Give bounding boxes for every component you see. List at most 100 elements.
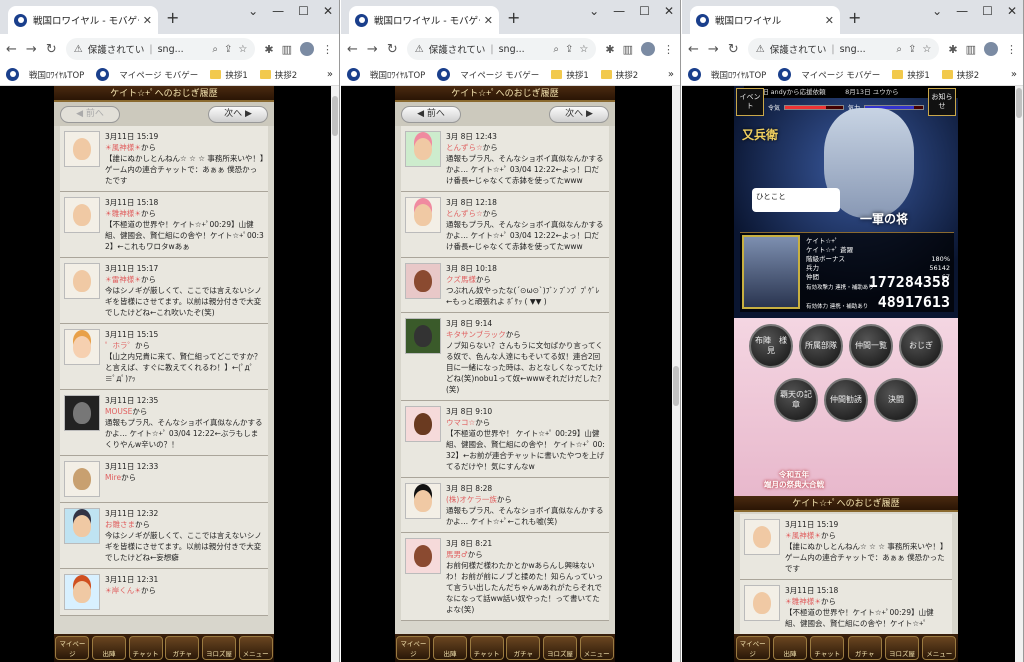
list-item[interactable]: 3月 8日 9:10 ウマコ☆から 【不極道の世界や！ ケイト☆+ﾟ 00:29】山…: [401, 401, 609, 478]
nav-gacha[interactable]: ガチャ: [165, 636, 200, 660]
address-bar[interactable]: ⚠ 保護されてい | sng... ⌕ ⇪ ☆: [65, 38, 256, 60]
maximize-button[interactable]: ☐: [639, 4, 650, 18]
nav-menu[interactable]: メニュー: [238, 636, 273, 660]
more-bookmarks-icon[interactable]: »: [668, 69, 674, 80]
sidepanel-icon[interactable]: ▥: [966, 43, 976, 56]
list-item[interactable]: 3月 8日 9:14 キタサンブラックから ノブ知らない？さんもうに文句ばかり言って…: [401, 313, 609, 401]
bookmark-item[interactable]: 戦国ﾛﾜｲﾔﾙTOP: [347, 68, 425, 81]
browser-tab[interactable]: 戦国ロワイヤル - モバゲー ✕: [8, 6, 158, 34]
extensions-icon[interactable]: ✱: [264, 43, 273, 56]
nav-gacha[interactable]: ガチャ: [506, 636, 541, 660]
menu-icon[interactable]: ⋮: [663, 43, 674, 56]
notice-button[interactable]: お知らせ: [928, 88, 956, 116]
extensions-icon[interactable]: ✱: [605, 43, 614, 56]
new-tab-button[interactable]: +: [848, 8, 861, 27]
profile-avatar[interactable]: [300, 42, 314, 56]
zoom-icon[interactable]: ⌕: [553, 44, 559, 55]
star-icon[interactable]: ☆: [579, 44, 588, 55]
share-icon[interactable]: ⇪: [908, 44, 916, 55]
more-bookmarks-icon[interactable]: »: [327, 69, 333, 80]
menu-unit[interactable]: 所属部隊: [799, 324, 843, 368]
bookmark-folder[interactable]: 挟拶2: [600, 69, 638, 81]
next-button[interactable]: 次へ ▶: [549, 105, 609, 123]
new-tab-button[interactable]: +: [507, 8, 520, 27]
address-bar[interactable]: ⚠ 保護されてい | sng... ⌕ ⇪ ☆: [747, 38, 940, 60]
menu-badge[interactable]: 覇天の記章: [774, 378, 818, 422]
share-icon[interactable]: ⇪: [565, 44, 573, 55]
browser-tab[interactable]: 戦国ロワイヤル - モバゲー ✕: [349, 6, 499, 34]
scrollbar[interactable]: [1015, 86, 1023, 662]
nav-shop[interactable]: ヨロズ屋: [542, 636, 577, 660]
nav-chat[interactable]: チャット: [128, 636, 163, 660]
zoom-icon[interactable]: ⌕: [896, 44, 902, 55]
close-window-button[interactable]: ✕: [1007, 4, 1017, 18]
list-item[interactable]: 3月11日 12:31 ☀岸くん☀から: [60, 569, 268, 616]
sidepanel-icon[interactable]: ▥: [282, 43, 292, 56]
reload-icon[interactable]: ↻: [387, 42, 398, 57]
menu-ojigi[interactable]: おじぎ: [899, 324, 943, 368]
maximize-button[interactable]: ☐: [982, 4, 993, 18]
back-icon[interactable]: ←: [688, 42, 699, 57]
menu-icon[interactable]: ⋮: [1006, 43, 1017, 56]
chevron-down-icon[interactable]: ⌄: [248, 4, 258, 18]
profile-avatar[interactable]: [984, 42, 998, 56]
close-tab-icon[interactable]: ✕: [484, 14, 493, 27]
list-item[interactable]: 3月11日 15:15 ゜ホラ゜から 【山之内兄貴に来て、賢仁組ってどこですか？と言…: [60, 324, 268, 390]
bookmark-item[interactable]: マイページ モバゲー: [437, 68, 539, 81]
close-tab-icon[interactable]: ✕: [825, 14, 834, 27]
reload-icon[interactable]: ↻: [46, 42, 57, 57]
list-item[interactable]: 3月11日 15:18 ☀雛神様☀から 【不極道の世界や！ケイト☆+ﾟ00:29】山…: [60, 192, 268, 258]
list-item[interactable]: 3月11日 15:17 ☀雷神様☀から 今はシノギが厳しくて、ここでは言えないシノギ…: [60, 258, 268, 324]
menu-formation[interactable]: 布陣 様見: [749, 324, 793, 368]
new-tab-button[interactable]: +: [166, 8, 179, 27]
bookmark-folder[interactable]: 挟拶2: [941, 69, 979, 81]
nav-shop[interactable]: ヨロズ屋: [884, 636, 919, 660]
reload-icon[interactable]: ↻: [728, 42, 739, 57]
menu-friends[interactable]: 仲間一覧: [849, 324, 893, 368]
list-item[interactable]: 3月11日 12:32 お雛さまから 今はシノギが厳しくて、ここでは言えないシノギを…: [60, 503, 268, 569]
forward-icon[interactable]: →: [708, 42, 719, 57]
next-button[interactable]: 次へ ▶: [208, 105, 268, 123]
list-item[interactable]: 3月 8日 10:18 クズ馬様から つぶれん奴やったな(´⊙ω⊙`)ﾌﾞﾝ ﾌﾞﾝ…: [401, 258, 609, 313]
nav-battle[interactable]: 出陣: [91, 636, 126, 660]
support-banner[interactable]: 旧 andyから応援依頼 8月13日 ユウから: [744, 86, 958, 98]
forward-icon[interactable]: →: [26, 42, 37, 57]
nav-mypage[interactable]: マイページ: [396, 636, 431, 660]
event-banner[interactable]: 令和五年 端月の祭典大合戦: [764, 470, 824, 490]
list-item[interactable]: 3月 8日 8:21 馬男♂から お前何様だ様わたかとかwあらんし興味ないわ！お前が…: [401, 533, 609, 621]
nav-battle[interactable]: 出陣: [432, 636, 467, 660]
menu-icon[interactable]: ⋮: [322, 43, 333, 56]
sidepanel-icon[interactable]: ▥: [623, 43, 633, 56]
forward-icon[interactable]: →: [367, 42, 378, 57]
browser-tab[interactable]: 戦国ロワイヤル ✕: [690, 6, 840, 34]
zoom-icon[interactable]: ⌕: [212, 44, 218, 55]
chevron-down-icon[interactable]: ⌄: [932, 4, 942, 18]
close-window-button[interactable]: ✕: [664, 4, 674, 18]
bookmark-item[interactable]: 戦国ﾛﾜｲﾔﾙTOP: [688, 68, 766, 81]
bookmark-folder[interactable]: 挟拶1: [210, 69, 248, 81]
scrollbar[interactable]: [672, 86, 680, 662]
star-icon[interactable]: ☆: [238, 44, 247, 55]
star-icon[interactable]: ☆: [922, 44, 931, 55]
nav-menu[interactable]: メニュー: [579, 636, 614, 660]
list-item[interactable]: 3月11日 12:35 MOUSEから 通報もプラ凡、そんなショボイ真似なんかするか…: [60, 390, 268, 456]
back-icon[interactable]: ←: [347, 42, 358, 57]
nav-menu[interactable]: メニュー: [922, 636, 957, 660]
bookmark-item[interactable]: マイページ モバゲー: [96, 68, 198, 81]
player-portrait[interactable]: [742, 235, 800, 309]
share-icon[interactable]: ⇪: [224, 44, 232, 55]
profile-avatar[interactable]: [641, 42, 655, 56]
bookmark-folder[interactable]: 挟拶1: [892, 69, 930, 81]
list-item[interactable]: 3月11日 12:33 Mireから: [60, 456, 268, 503]
menu-invite[interactable]: 仲間勧誘: [824, 378, 868, 422]
nav-battle[interactable]: 出陣: [772, 636, 807, 660]
chevron-down-icon[interactable]: ⌄: [589, 4, 599, 18]
nav-gacha[interactable]: ガチャ: [847, 636, 882, 660]
back-icon[interactable]: ←: [6, 42, 17, 57]
bookmark-folder[interactable]: 挟拶2: [259, 69, 297, 81]
comment-bubble[interactable]: ひとこと: [752, 188, 840, 212]
minimize-button[interactable]: —: [613, 4, 625, 18]
bookmark-folder[interactable]: 挟拶1: [551, 69, 589, 81]
list-item[interactable]: 3月11日 15:19 ☀風神様☀から 【誰にぬかしとんねん☆ ☆ ☆ 事務所来いや…: [740, 514, 952, 580]
nav-chat[interactable]: チャット: [810, 636, 845, 660]
